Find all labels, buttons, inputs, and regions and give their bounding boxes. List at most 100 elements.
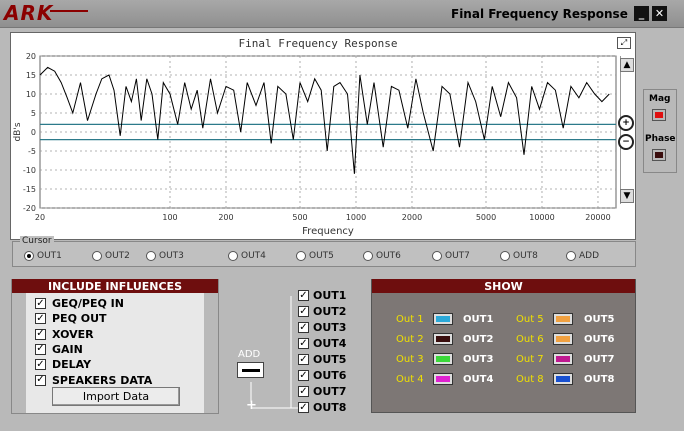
cursor-radio-out7[interactable]: OUT7 <box>432 251 470 261</box>
influence-delay[interactable]: ✓ DELAY <box>35 358 91 371</box>
plus-icon: + <box>246 398 257 413</box>
show-color-out3[interactable] <box>433 353 453 365</box>
out-label: OUT6 <box>313 369 347 382</box>
show-color-out6[interactable] <box>553 333 573 345</box>
out-checkbox-out8[interactable]: ✓ OUT8 <box>298 401 346 414</box>
checkbox[interactable]: ✓ <box>35 374 46 386</box>
out-checkbox-out7[interactable]: ✓ OUT7 <box>298 385 346 398</box>
y-tick-label: 5 <box>31 109 36 118</box>
show-color-out8[interactable] <box>553 373 573 385</box>
influence-label: SPEAKERS DATA <box>52 373 153 387</box>
y-tick-label: 20 <box>26 52 36 61</box>
influence-xover[interactable]: ✓ XOVER <box>35 328 94 341</box>
mag-color-icon <box>655 112 663 118</box>
close-button[interactable]: ✕ <box>652 6 667 21</box>
show-title: SHOW <box>372 279 635 293</box>
influence-peq-out[interactable]: ✓ PEQ OUT <box>35 312 107 325</box>
y-tick-label: 10 <box>26 90 36 99</box>
checkbox[interactable]: ✓ <box>298 338 309 349</box>
show-color-out5[interactable] <box>553 313 573 325</box>
cursor-radio-out4[interactable]: OUT4 <box>228 251 266 261</box>
checkbox[interactable]: ✓ <box>35 359 46 371</box>
color-swatch-icon <box>436 356 450 362</box>
checkbox[interactable]: ✓ <box>298 290 309 301</box>
cursor-radio-out2[interactable]: OUT2 <box>92 251 130 261</box>
x-tick-label: 5000 <box>476 213 496 222</box>
cursor-radio-out6[interactable]: OUT6 <box>363 251 401 261</box>
x-tick-label: 20000 <box>585 213 610 222</box>
color-swatch-icon <box>436 336 450 342</box>
scroll-up-button[interactable]: ▲ <box>620 58 634 72</box>
cursor-radio-label: OUT6 <box>376 251 401 261</box>
scroll-down-button[interactable]: ▼ <box>620 189 634 203</box>
checkbox[interactable]: ✓ <box>35 313 46 325</box>
cursor-radio-label: OUT8 <box>513 251 538 261</box>
show-name-out4: Out 4 <box>396 374 424 385</box>
x-tick-label: 2000 <box>402 213 422 222</box>
series-line <box>39 66 610 174</box>
out-checkbox-out5[interactable]: ✓ OUT5 <box>298 353 346 366</box>
show-out-out4: OUT4 <box>463 374 494 385</box>
show-out-out8: OUT8 <box>584 374 615 385</box>
y-tick-label: 0 <box>31 128 36 137</box>
y-tick-label: -20 <box>23 204 36 213</box>
cursor-radio-out3[interactable]: OUT3 <box>146 251 184 261</box>
phase-toggle[interactable] <box>652 149 666 161</box>
phase-label: Phase <box>645 134 676 144</box>
checkbox[interactable]: ✓ <box>298 402 309 413</box>
out-checkbox-out3[interactable]: ✓ OUT3 <box>298 321 346 334</box>
import-data-button[interactable]: Import Data <box>52 387 180 406</box>
out-checkbox-out4[interactable]: ✓ OUT4 <box>298 337 346 350</box>
checkbox[interactable]: ✓ <box>298 354 309 365</box>
fullscreen-icon[interactable]: ⤢ <box>617 37 631 49</box>
radio-dot <box>296 251 306 261</box>
show-color-out4[interactable] <box>433 373 453 385</box>
x-tick-label: 10000 <box>529 213 554 222</box>
show-color-out2[interactable] <box>433 333 453 345</box>
out-checkbox-out1[interactable]: ✓ OUT1 <box>298 289 346 302</box>
show-out-out7: OUT7 <box>584 354 615 365</box>
cursor-radio-label: OUT2 <box>105 251 130 261</box>
influence-label: XOVER <box>52 327 94 341</box>
zoom-out-icon[interactable]: − <box>618 134 634 150</box>
checkbox[interactable]: ✓ <box>298 386 309 397</box>
show-name-out6: Out 6 <box>516 334 544 345</box>
show-out-out6: OUT6 <box>584 334 615 345</box>
x-tick-label: 200 <box>218 213 233 222</box>
window-title: Final Frequency Response <box>451 7 628 21</box>
show-color-out1[interactable] <box>433 313 453 325</box>
checkbox[interactable]: ✓ <box>35 343 46 355</box>
influence-label: DELAY <box>52 358 92 372</box>
cursor-radio-out8[interactable]: OUT8 <box>500 251 538 261</box>
x-tick-label: 500 <box>292 213 307 222</box>
radio-dot <box>432 251 442 261</box>
checkbox[interactable]: ✓ <box>298 322 309 333</box>
show-name-out8: Out 8 <box>516 374 544 385</box>
show-color-out7[interactable] <box>553 353 573 365</box>
color-swatch-icon <box>556 316 570 322</box>
checkbox[interactable]: ✓ <box>35 298 46 309</box>
zoom-in-icon[interactable]: + <box>618 115 634 131</box>
cursor-radio-out1[interactable]: OUT1 <box>24 251 62 261</box>
influence-label: GEQ/PEQ IN <box>52 297 124 310</box>
cursor-radio-out5[interactable]: OUT5 <box>296 251 334 261</box>
checkbox[interactable]: ✓ <box>298 370 309 381</box>
influence-geq-peq-in[interactable]: ✓ GEQ/PEQ IN <box>35 297 124 310</box>
influence-label: GAIN <box>52 342 83 356</box>
influence-gain[interactable]: ✓ GAIN <box>35 343 83 356</box>
y-tick-label: -15 <box>23 185 36 194</box>
checkbox[interactable]: ✓ <box>298 306 309 317</box>
influence-speakers-data[interactable]: ✓ SPEAKERS DATA <box>35 374 152 387</box>
checkbox[interactable]: ✓ <box>35 328 46 340</box>
out-checkbox-out2[interactable]: ✓ OUT2 <box>298 305 346 318</box>
cursor-radio-label: OUT4 <box>241 251 266 261</box>
cursor-legend: Cursor <box>20 236 54 246</box>
ark-logo: ARK <box>4 1 54 25</box>
out-checkbox-out6[interactable]: ✓ OUT6 <box>298 369 346 382</box>
cursor-radio-add[interactable]: ADD <box>566 251 599 261</box>
minimize-button[interactable]: _ <box>634 6 649 21</box>
radio-dot <box>363 251 373 261</box>
radio-dot <box>92 251 102 261</box>
y-tick-label: -5 <box>28 147 36 156</box>
mag-toggle[interactable] <box>652 109 666 121</box>
